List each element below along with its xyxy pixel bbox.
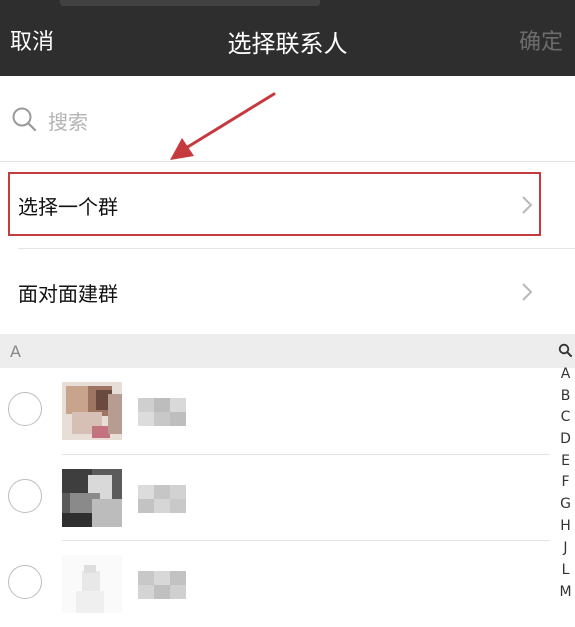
index-letter-c[interactable]: C xyxy=(556,409,575,425)
index-search-icon[interactable] xyxy=(558,343,572,357)
face-to-face-group-row[interactable]: 面对面建群 xyxy=(0,249,575,335)
section-letter: A xyxy=(10,342,21,361)
search-icon xyxy=(12,107,37,132)
select-radio[interactable] xyxy=(8,565,42,599)
index-letter-b[interactable]: B xyxy=(556,388,575,404)
contact-row[interactable] xyxy=(0,368,550,454)
status-bar-remnant xyxy=(60,0,320,6)
name-blurred xyxy=(138,398,186,426)
index-letter-e[interactable]: E xyxy=(556,453,575,469)
select-radio[interactable] xyxy=(8,392,42,426)
index-letter-f[interactable]: F xyxy=(556,474,575,490)
contact-row[interactable] xyxy=(0,455,550,541)
select-radio[interactable] xyxy=(8,479,42,513)
page-title: 选择联系人 xyxy=(227,30,348,58)
avatar xyxy=(62,469,122,527)
avatar xyxy=(62,555,122,613)
index-letter-l[interactable]: L xyxy=(556,562,575,578)
confirm-button[interactable]: 确定 xyxy=(519,24,563,56)
search-input[interactable]: 搜索 xyxy=(48,106,88,135)
index-letter-h[interactable]: H xyxy=(556,518,575,534)
contact-row[interactable] xyxy=(0,541,550,627)
index-letter-m[interactable]: M xyxy=(556,584,575,600)
face-to-face-group-label: 面对面建群 xyxy=(18,282,118,306)
name-blurred xyxy=(138,571,186,599)
index-letter-d[interactable]: D xyxy=(556,431,575,447)
index-letter-j[interactable]: J xyxy=(556,540,575,556)
index-letter-a[interactable]: A xyxy=(556,366,575,382)
annotation-arrow-icon xyxy=(170,92,276,160)
name-blurred xyxy=(138,485,186,513)
search-bar[interactable]: 搜索 xyxy=(0,76,575,162)
avatar xyxy=(62,382,122,440)
section-header: A xyxy=(0,334,575,368)
index-letter-g[interactable]: G xyxy=(556,496,575,512)
nav-bar: 取消 选择联系人 确定 xyxy=(0,0,575,76)
chevron-right-icon xyxy=(522,283,533,301)
annotation-highlight-box xyxy=(8,172,541,236)
